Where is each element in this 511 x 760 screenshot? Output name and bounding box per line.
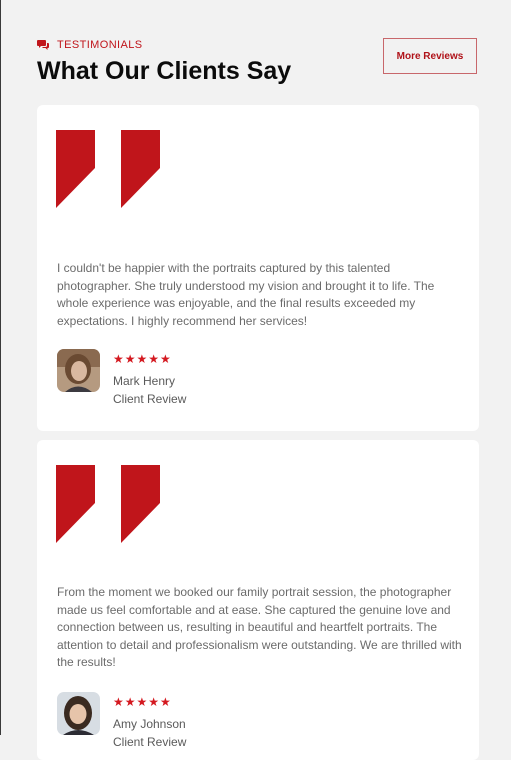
star-rating: ★★★★★ xyxy=(113,352,172,366)
more-reviews-button[interactable]: More Reviews xyxy=(383,38,477,74)
quote-mark-icon xyxy=(56,465,161,544)
quote-mark-icon xyxy=(56,130,161,209)
author-role: Client Review xyxy=(113,735,187,749)
testimonial-author: ★★★★★ Amy Johnson Client Review xyxy=(57,692,186,751)
testimonial-author: ★★★★★ Mark Henry Client Review xyxy=(57,349,186,408)
author-name: Amy Johnson xyxy=(113,717,186,731)
eyebrow-label: TESTIMONIALS xyxy=(57,39,143,51)
section-header: TESTIMONIALS What Our Clients Say More R… xyxy=(37,38,479,88)
testimonial-quote: I couldn't be happier with the portraits… xyxy=(57,261,435,328)
author-name: Mark Henry xyxy=(113,374,176,388)
testimonial-card: I couldn't be happier with the portraits… xyxy=(37,105,479,431)
star-rating: ★★★★★ xyxy=(113,695,172,709)
author-role: Client Review xyxy=(113,392,187,406)
avatar xyxy=(57,349,100,392)
testimonial-card: From the moment we booked our family por… xyxy=(37,440,479,760)
chat-bubbles-icon xyxy=(37,39,49,51)
avatar xyxy=(57,692,100,735)
author-info: ★★★★★ Mark Henry Client Review xyxy=(113,349,186,408)
author-info: ★★★★★ Amy Johnson Client Review xyxy=(113,692,186,751)
testimonial-quote: From the moment we booked our family por… xyxy=(57,585,462,669)
